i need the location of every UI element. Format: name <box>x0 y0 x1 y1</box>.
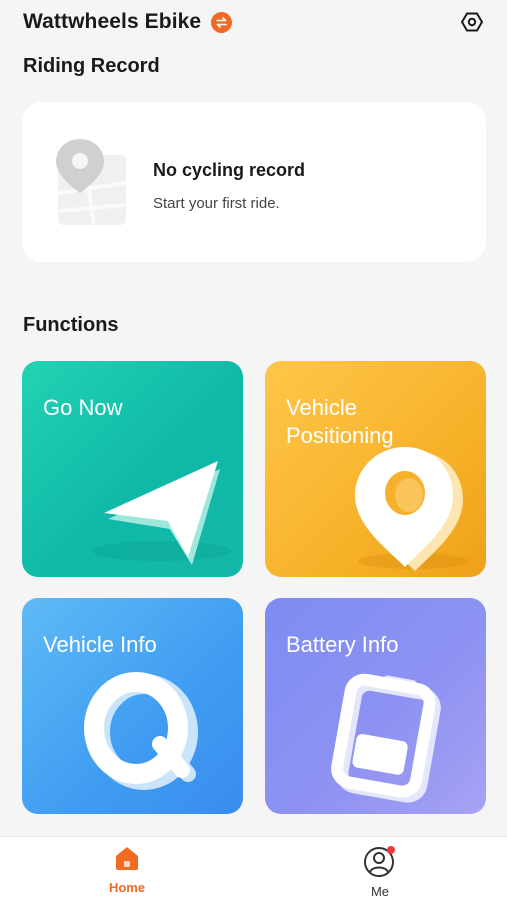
map-pin-placeholder-icon <box>54 135 130 234</box>
no-record-title: No cycling record <box>153 160 306 180</box>
settings-hexagon-icon[interactable] <box>459 9 485 35</box>
home-icon <box>113 845 141 876</box>
battery-icon <box>331 673 441 803</box>
location-pin-icon <box>355 447 468 571</box>
swap-icon[interactable] <box>211 11 233 33</box>
magnifier-q-icon <box>84 672 198 790</box>
app-title: Wattwheels Ebike <box>23 10 202 33</box>
user-icon <box>363 845 397 884</box>
tab-home[interactable]: Home <box>87 845 167 895</box>
functions-title: Functions <box>23 314 119 336</box>
notification-dot <box>387 846 395 854</box>
app-header: Wattwheels Ebike <box>23 8 485 36</box>
riding-record-card[interactable]: No cycling record Start your first ride. <box>22 102 486 262</box>
tab-home-label: Home <box>108 880 146 895</box>
record-empty-text: No cycling record Start your first ride. <box>153 160 305 212</box>
tab-me-label: Me <box>370 884 390 899</box>
riding-record-title: Riding Record <box>23 55 160 77</box>
vehicle-positioning-card[interactable]: Vehicle Positioning <box>265 361 486 577</box>
bottom-tab-bar: Home Me <box>0 836 507 900</box>
tab-me[interactable]: Me <box>340 845 420 899</box>
battery-info-card[interactable]: Battery Info <box>265 598 486 814</box>
no-record-subtitle: Start your first ride. <box>153 195 280 212</box>
navigation-arrow-icon <box>92 461 232 565</box>
vehicle-info-card[interactable]: Vehicle Info <box>22 598 243 814</box>
go-now-card[interactable]: Go Now <box>22 361 243 577</box>
